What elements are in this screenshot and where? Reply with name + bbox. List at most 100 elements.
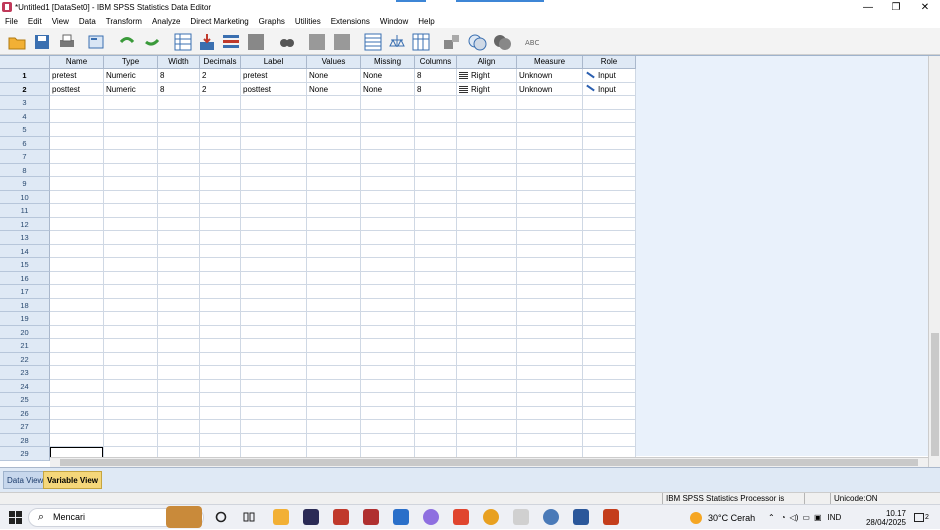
cell-measure[interactable] [517,123,583,137]
cell-align[interactable] [457,136,517,150]
cell-measure[interactable]: Unknown [517,69,583,83]
cell-missing[interactable] [361,366,415,380]
cell-type[interactable] [104,366,158,380]
cell-name[interactable] [50,325,104,339]
cell-type[interactable]: Numeric [104,82,158,96]
cell-label[interactable] [241,379,307,393]
row-header[interactable]: 15 [0,258,50,272]
cell-type[interactable] [104,258,158,272]
cell-align[interactable]: Right [457,69,517,83]
cell-name[interactable] [50,352,104,366]
cell-width[interactable] [158,406,200,420]
cell-type[interactable] [104,136,158,150]
row-header[interactable]: 4 [0,109,50,123]
cell-width[interactable] [158,298,200,312]
cell-width[interactable] [158,163,200,177]
cell-values[interactable] [307,258,361,272]
cell-name[interactable] [50,420,104,434]
cell-missing[interactable] [361,109,415,123]
row-header[interactable]: 22 [0,352,50,366]
cell-align[interactable] [457,163,517,177]
cell-width[interactable] [158,96,200,110]
cell-columns[interactable] [415,217,457,231]
row-header[interactable]: 27 [0,420,50,434]
cell-align[interactable] [457,258,517,272]
cell-values[interactable] [307,312,361,326]
minimize-button[interactable]: — [853,0,883,14]
cell-type[interactable]: Numeric [104,69,158,83]
cell-label[interactable] [241,231,307,245]
cell-label[interactable] [241,312,307,326]
cell-missing[interactable] [361,325,415,339]
cell-values[interactable] [307,177,361,191]
cell-role[interactable] [583,366,636,380]
cell-measure[interactable] [517,177,583,191]
cell-decimals[interactable] [200,163,241,177]
cell-role[interactable] [583,433,636,447]
cell-name[interactable] [50,204,104,218]
cell-align[interactable] [457,406,517,420]
cell-type[interactable] [104,244,158,258]
cell-width[interactable] [158,217,200,231]
app-icon-4[interactable] [453,509,469,525]
file-explorer-icon[interactable] [273,509,289,525]
row-header[interactable]: 24 [0,379,50,393]
cell-align[interactable] [457,285,517,299]
cell-role[interactable] [583,177,636,191]
cell-columns[interactable] [415,352,457,366]
cell-measure[interactable] [517,136,583,150]
cell-columns[interactable] [415,204,457,218]
cell-type[interactable] [104,96,158,110]
cell-measure[interactable] [517,420,583,434]
cell-width[interactable] [158,190,200,204]
tab-variable-view[interactable]: Variable View [43,471,102,489]
row-header[interactable]: 8 [0,163,50,177]
app-icon-1[interactable] [303,509,319,525]
split-file-icon[interactable] [245,31,267,53]
cell-columns[interactable] [415,177,457,191]
system-tray[interactable]: ⌃ ◔ ◁) ▭ ▣ IND [768,505,841,530]
cell-values[interactable] [307,109,361,123]
cell-measure[interactable] [517,244,583,258]
cell-name[interactable] [50,393,104,407]
row-header[interactable]: 6 [0,136,50,150]
cortana-icon[interactable] [214,508,228,526]
cell-missing[interactable] [361,217,415,231]
cell-align[interactable] [457,190,517,204]
cell-values[interactable] [307,123,361,137]
cell-name[interactable] [50,136,104,150]
cell-measure[interactable] [517,433,583,447]
cell-missing[interactable] [361,258,415,272]
cell-measure[interactable] [517,325,583,339]
cell-name[interactable] [50,312,104,326]
show-all-icon[interactable] [491,31,513,53]
cell-values[interactable] [307,325,361,339]
cell-values[interactable] [307,217,361,231]
cell-name[interactable] [50,271,104,285]
cell-width[interactable] [158,339,200,353]
row-header[interactable]: 11 [0,204,50,218]
cell-role[interactable] [583,393,636,407]
cell-label[interactable] [241,217,307,231]
app-icon-5[interactable] [513,509,529,525]
cell-role[interactable] [583,123,636,137]
cell-decimals[interactable] [200,285,241,299]
row-header[interactable]: 29 [0,447,50,461]
cell-measure[interactable] [517,379,583,393]
cell-type[interactable] [104,325,158,339]
cell-name[interactable] [50,217,104,231]
cell-width[interactable] [158,177,200,191]
cell-columns[interactable]: 8 [415,82,457,96]
cell-role[interactable] [583,96,636,110]
cell-values[interactable] [307,231,361,245]
close-button[interactable]: ✕ [910,0,940,14]
maximize-button[interactable]: ❐ [881,0,911,14]
cell-decimals[interactable] [200,366,241,380]
row-header[interactable]: 10 [0,190,50,204]
cell-width[interactable] [158,123,200,137]
cell-columns[interactable] [415,123,457,137]
row-header[interactable]: 18 [0,298,50,312]
cell-columns[interactable] [415,298,457,312]
cell-role[interactable] [583,150,636,164]
menu-data[interactable]: Data [74,17,101,26]
